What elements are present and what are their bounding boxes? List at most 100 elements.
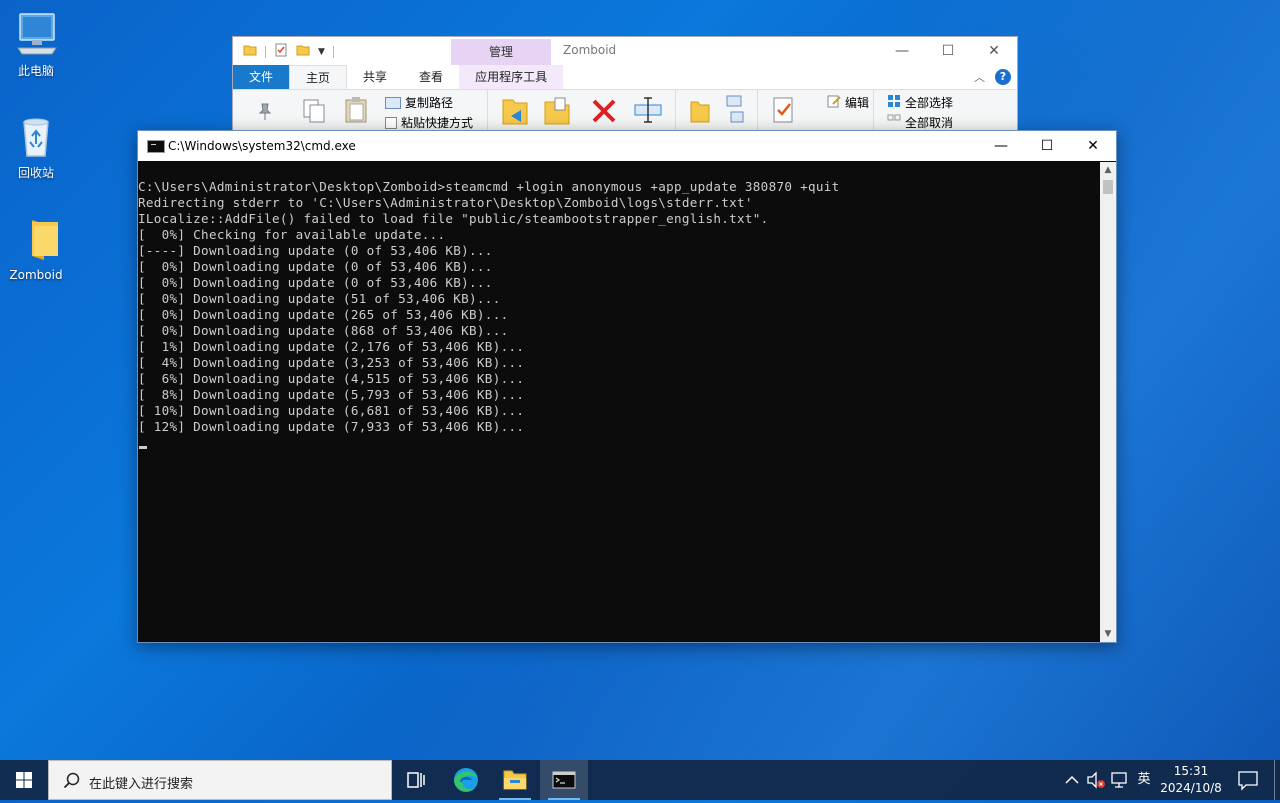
windows-logo-icon	[16, 772, 32, 788]
move-to-icon[interactable]	[501, 96, 529, 129]
pin-icon[interactable]	[255, 102, 275, 125]
paste-shortcut-label: 粘贴快捷方式	[401, 116, 474, 130]
cmd-window-title: C:\Windows\system32\cmd.exe	[168, 139, 356, 153]
console-line: ILocalize::AddFile() failed to load file…	[138, 211, 769, 226]
cmd-icon	[552, 771, 576, 789]
notification-center-button[interactable]	[1234, 760, 1262, 800]
desktop-icon-label: 回收站	[17, 166, 54, 180]
desktop-icon-label: Zomboid	[9, 268, 63, 282]
cmd-window[interactable]: C:\Windows\system32\cmd.exe — ☐ ✕ C:\Use…	[137, 130, 1117, 643]
copy-icon[interactable]	[301, 98, 327, 127]
new-folder-icon[interactable]	[689, 98, 711, 127]
edit-label: 编辑	[845, 96, 870, 110]
task-view-button[interactable]	[392, 760, 440, 800]
console-line: [ 4%] Downloading update (3,253 of 53,40…	[138, 355, 525, 370]
show-desktop-button[interactable]	[1274, 760, 1280, 800]
task-view-icon	[407, 772, 425, 788]
chevron-up-icon	[1065, 775, 1079, 784]
select-all-button[interactable]: 全部选择	[887, 94, 953, 111]
manage-context-tab[interactable]: 管理	[451, 39, 551, 65]
folder-icon	[243, 43, 257, 60]
ribbon-right-controls: ︿ ?	[974, 69, 1011, 85]
tab-file[interactable]: 文件	[233, 65, 290, 89]
vertical-scrollbar[interactable]: ▲ ▼	[1100, 162, 1116, 642]
network-icon	[1111, 772, 1127, 788]
window-controls: — ☐ ✕	[978, 131, 1116, 161]
properties-icon[interactable]	[274, 43, 288, 60]
text-cursor	[139, 446, 147, 449]
start-button[interactable]	[0, 760, 48, 800]
edit-button[interactable]: 编辑	[827, 94, 869, 111]
folder-icon	[12, 216, 60, 264]
tab-view[interactable]: 查看	[403, 65, 459, 89]
console-line: [ 0%] Checking for available update...	[138, 227, 446, 242]
chevron-down-icon[interactable]: ▼	[318, 47, 325, 57]
scroll-up-arrow-icon[interactable]: ▲	[1100, 162, 1116, 178]
taskbar-search-box[interactable]: 在此键入进行搜索	[48, 760, 392, 800]
tab-share[interactable]: 共享	[347, 65, 403, 89]
copy-path-icon	[385, 96, 401, 109]
console-line: [ 0%] Downloading update (51 of 53,406 K…	[138, 291, 501, 306]
close-button[interactable]: ✕	[971, 37, 1017, 65]
notification-icon	[1238, 771, 1258, 791]
maximize-button[interactable]: ☐	[925, 37, 971, 65]
tab-app-tools[interactable]: 应用程序工具	[459, 65, 564, 89]
select-none-button[interactable]: 全部取消	[887, 114, 953, 131]
console-line: [ 6%] Downloading update (4,515 of 53,40…	[138, 371, 525, 386]
desktop-icon-zomboid[interactable]: Zomboid	[0, 216, 72, 282]
new-folder-icon[interactable]	[296, 43, 310, 60]
copy-path-button[interactable]: 复制路径	[385, 94, 453, 111]
minimize-button[interactable]: —	[879, 37, 925, 65]
toolbar-divider	[265, 45, 266, 58]
minimize-button[interactable]: —	[978, 131, 1024, 161]
select-none-icon	[887, 114, 901, 131]
file-explorer-icon	[503, 770, 527, 790]
cmd-taskbar-button[interactable]	[540, 760, 588, 800]
volume-button[interactable]	[1084, 760, 1108, 800]
console-line: [ 0%] Downloading update (868 of 53,406 …	[138, 323, 509, 338]
explorer-title-bar[interactable]: ▼ 管理 Zomboid — ☐ ✕	[233, 37, 1017, 65]
toolbar-divider	[332, 45, 334, 58]
desktop-icon-recycle-bin[interactable]: 回收站	[0, 112, 72, 181]
taskbar: 在此键入进行搜索 英 15:31 2024/10/8	[0, 760, 1280, 800]
edit-icon	[827, 94, 841, 111]
console-line: [ 0%] Downloading update (0 of 53,406 KB…	[138, 275, 493, 290]
delete-icon[interactable]	[591, 98, 617, 127]
desktop-icon-this-pc[interactable]: 此电脑	[0, 10, 72, 79]
cmd-title-bar[interactable]: C:\Windows\system32\cmd.exe — ☐ ✕	[138, 131, 1116, 161]
properties-icon[interactable]	[771, 96, 797, 129]
ime-indicator[interactable]: 英	[1134, 760, 1154, 800]
console-line: C:\Users\Administrator\Desktop\Zomboid>s…	[138, 179, 840, 194]
close-button[interactable]: ✕	[1070, 131, 1116, 161]
new-item-icon[interactable]	[725, 94, 749, 127]
console-line: [----] Downloading update (0 of 53,406 K…	[138, 243, 493, 258]
clock-date: 2024/10/8	[1160, 781, 1222, 795]
show-hidden-icons-button[interactable]	[1062, 760, 1082, 800]
desktop-icon-label: 此电脑	[17, 64, 54, 78]
file-explorer-button[interactable]	[491, 760, 539, 800]
network-button[interactable]	[1108, 760, 1132, 800]
rename-icon[interactable]	[633, 96, 663, 127]
scrollbar-thumb[interactable]	[1103, 180, 1113, 194]
tab-home[interactable]: 主页	[289, 65, 348, 89]
search-placeholder: 在此键入进行搜索	[89, 777, 194, 792]
paste-shortcut-button[interactable]: 粘贴快捷方式	[385, 114, 473, 131]
maximize-button[interactable]: ☐	[1024, 131, 1070, 161]
help-icon[interactable]: ?	[995, 69, 1011, 85]
scroll-down-arrow-icon[interactable]: ▼	[1100, 626, 1116, 642]
clock-time: 15:31	[1173, 764, 1209, 778]
select-all-icon	[887, 94, 901, 111]
paste-shortcut-icon	[385, 116, 397, 129]
console-output[interactable]: C:\Users\Administrator\Desktop\Zomboid>s…	[138, 179, 1098, 639]
console-line: [ 10%] Downloading update (6,681 of 53,4…	[138, 403, 525, 418]
cmd-icon	[147, 140, 165, 153]
copy-to-icon[interactable]	[543, 96, 571, 129]
search-icon	[63, 772, 81, 793]
system-clock[interactable]: 15:31 2024/10/8	[1160, 763, 1222, 797]
console-line: [ 1%] Downloading update (2,176 of 53,40…	[138, 339, 525, 354]
paste-icon[interactable]	[343, 96, 369, 127]
ribbon-tabs: 文件 主页 共享 查看 应用程序工具 ︿ ?	[233, 65, 1017, 90]
chevron-up-icon[interactable]: ︿	[974, 69, 985, 85]
window-controls: — ☐ ✕	[879, 37, 1017, 65]
edge-button[interactable]	[442, 760, 490, 800]
